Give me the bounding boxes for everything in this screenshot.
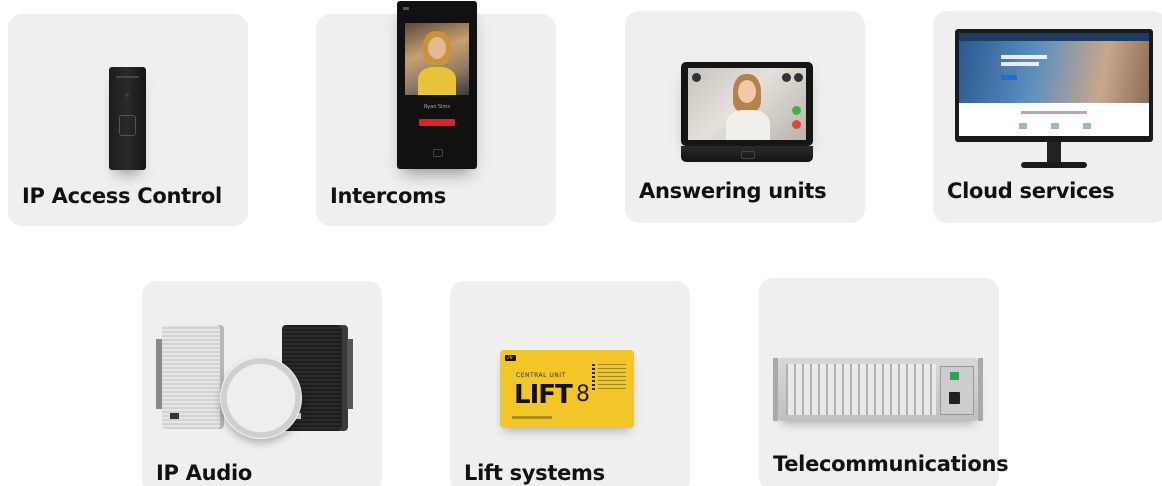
- card-cloud-services[interactable]: Cloud services: [933, 11, 1162, 223]
- website-icon: [1019, 123, 1027, 129]
- card-answering-units[interactable]: Answering units: [625, 11, 865, 223]
- intercom-logo: [403, 7, 409, 10]
- card-label: Lift systems: [464, 461, 605, 485]
- card-label: Answering units: [639, 179, 827, 203]
- card-label: Telecommunications: [773, 452, 1009, 476]
- brand-logo: 2N: [505, 355, 516, 361]
- caller-body: [418, 67, 456, 95]
- caller-face: [428, 37, 446, 59]
- hero-text-line: [1001, 55, 1047, 59]
- power-socket-icon: [949, 392, 960, 404]
- rack-cards: [786, 364, 936, 415]
- intercom-call-button: [419, 119, 455, 126]
- hero-button: [1001, 75, 1017, 80]
- ceiling-speaker: [220, 357, 302, 439]
- camera-icon: [433, 149, 443, 157]
- card-reader-area: [119, 115, 136, 136]
- board-led-column: [592, 364, 595, 390]
- answering-unit-screen: [688, 68, 806, 140]
- hangup-icon: [792, 120, 801, 129]
- monitor-icon: [955, 29, 1153, 168]
- board-subtitle: CENTRAL UNIT: [516, 372, 566, 379]
- lift-unit-icon: 2N CENTRAL UNIT LIFT 8: [500, 350, 634, 428]
- product-category-grid: IP Access Control Ryan Sims Intercoms An…: [0, 0, 1162, 486]
- access-reader-device-icon: [109, 67, 146, 170]
- rack-ear: [978, 358, 983, 421]
- menu-icon: [692, 73, 701, 82]
- website-nav: [959, 33, 1149, 41]
- monitor-foot: [1021, 162, 1087, 168]
- answering-unit-base: [681, 146, 813, 162]
- card-label: IP Access Control: [22, 184, 222, 208]
- brand-logo-text: 2N: [507, 355, 513, 360]
- board-number: 8: [576, 382, 590, 407]
- video-icon: [794, 73, 803, 82]
- card-ip-audio[interactable]: IP Audio: [142, 281, 382, 486]
- answer-icon: [792, 106, 801, 115]
- card-ip-access-control[interactable]: IP Access Control: [8, 14, 248, 226]
- card-label: Cloud services: [947, 179, 1115, 203]
- caller-body: [726, 110, 770, 140]
- website-icon: [1051, 123, 1059, 129]
- intercom-screen: [405, 23, 469, 95]
- answering-unit-device-icon: [681, 62, 813, 162]
- board-text-lines: [598, 364, 626, 392]
- speaker-logo: [170, 413, 179, 419]
- board-title: LIFT: [514, 380, 573, 410]
- card-label: Intercoms: [330, 184, 446, 208]
- board-warning-strip: [512, 416, 552, 419]
- website-heading: [1021, 111, 1087, 114]
- power-switch-icon: [950, 372, 959, 380]
- intercom-device-icon: Ryan Sims: [397, 1, 477, 169]
- speaker-bracket: [347, 339, 353, 409]
- hero-text-line: [1001, 62, 1039, 66]
- card-label: IP Audio: [156, 461, 252, 485]
- mic-icon: [782, 73, 791, 82]
- monitor-stand: [1047, 142, 1061, 164]
- sensor-dot: [125, 93, 129, 97]
- speakers-icon: [142, 281, 382, 486]
- monitor-screen: [959, 33, 1149, 136]
- website-icon: [1083, 123, 1091, 129]
- card-telecommunications[interactable]: Telecommunications: [759, 278, 1009, 486]
- caller-name: Ryan Sims: [423, 104, 451, 110]
- rack-ear: [773, 358, 778, 421]
- rack-gateway-icon: [773, 358, 983, 421]
- card-lift-systems[interactable]: 2N CENTRAL UNIT LIFT 8 Lift systems: [450, 281, 690, 486]
- website-hero: [959, 41, 1149, 103]
- card-intercoms[interactable]: Ryan Sims Intercoms: [316, 1, 556, 226]
- caller-face: [738, 80, 756, 103]
